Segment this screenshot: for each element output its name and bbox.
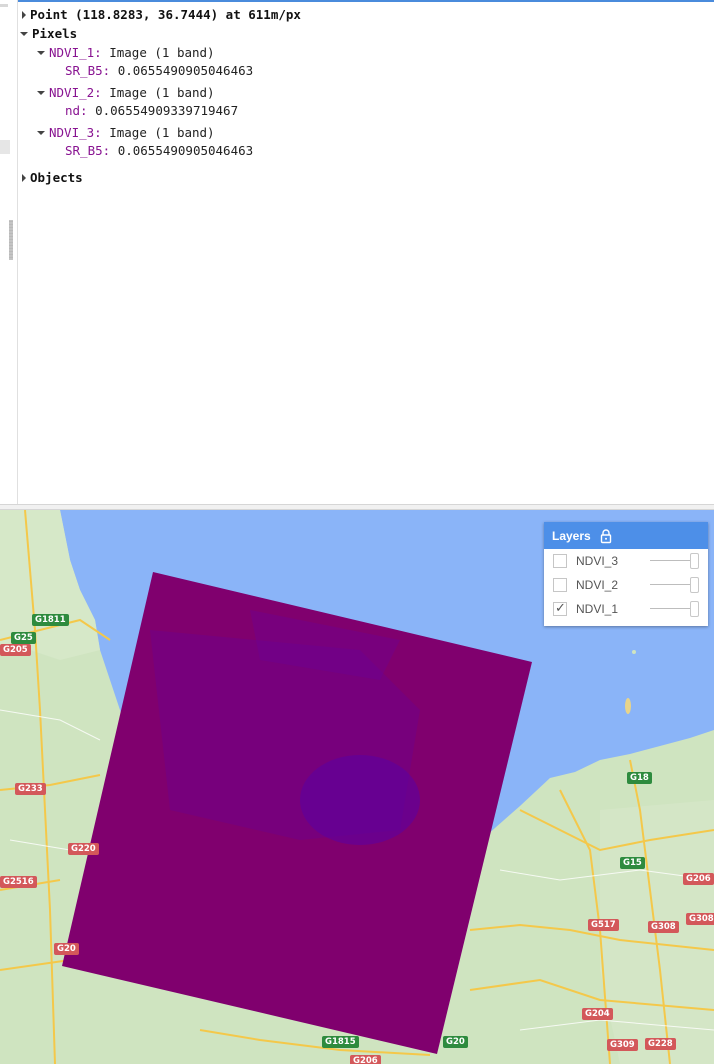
- pixels-row[interactable]: Pixels: [20, 26, 77, 42]
- layers-header: Layers: [544, 522, 708, 549]
- road-label: G18: [627, 772, 652, 784]
- point-label: Point (118.8283, 36.7444) at 611m/px: [30, 7, 301, 22]
- road-label: G308: [686, 913, 714, 925]
- band-value: 0.0655490905046463: [117, 63, 254, 78]
- entry-name: NDVI_3:: [49, 125, 102, 140]
- band-name: SR_B5:: [65, 63, 111, 78]
- road-label: G1811: [32, 614, 69, 626]
- check-icon: ✓: [555, 601, 566, 616]
- road-label: G206: [350, 1055, 381, 1064]
- expand-arrow-icon[interactable]: [22, 10, 26, 19]
- entry-name: NDVI_1:: [49, 45, 102, 60]
- road-label: G309: [607, 1039, 638, 1051]
- road-label: G233: [15, 783, 46, 795]
- road-label: G2516: [0, 876, 37, 888]
- band-value-row: nd: 0.06554909339719467: [65, 103, 238, 119]
- opacity-slider-track[interactable]: [650, 608, 694, 609]
- left-gutter: [0, 0, 18, 504]
- opacity-slider-track[interactable]: [650, 560, 694, 561]
- layer-name: NDVI_2: [576, 578, 619, 592]
- expand-arrow-icon[interactable]: [22, 173, 26, 182]
- opacity-slider-thumb[interactable]: [690, 577, 699, 593]
- lock-icon[interactable]: [599, 528, 613, 544]
- layer-row-ndvi-2[interactable]: NDVI_2: [544, 573, 708, 597]
- band-name: nd:: [65, 103, 88, 118]
- road-label: G25: [11, 632, 36, 644]
- pixel-entry[interactable]: NDVI_1: Image (1 band): [37, 45, 215, 61]
- entry-type: Image (1 band): [109, 85, 215, 100]
- panel-accent-bar: [18, 0, 714, 2]
- band-value: 0.06554909339719467: [95, 103, 239, 118]
- pixel-entry[interactable]: NDVI_2: Image (1 band): [37, 85, 215, 101]
- layer-visibility-checkbox[interactable]: ✓: [553, 601, 567, 616]
- collapse-arrow-icon[interactable]: [20, 31, 28, 36]
- road-label: G1815: [322, 1036, 359, 1048]
- road-label: G220: [68, 843, 99, 855]
- entry-type: Image (1 band): [109, 125, 215, 140]
- collapse-arrow-icon[interactable]: [37, 50, 45, 55]
- collapse-arrow-icon[interactable]: [37, 90, 45, 95]
- band-value-row: SR_B5: 0.0655490905046463: [65, 143, 253, 159]
- opacity-slider-track[interactable]: [650, 584, 694, 585]
- inspector-panel: Point (118.8283, 36.7444) at 611m/px Pix…: [0, 0, 714, 504]
- layer-name: NDVI_3: [576, 554, 619, 568]
- road-label: G20: [54, 943, 79, 955]
- pixels-label: Pixels: [32, 26, 78, 41]
- opacity-slider-thumb[interactable]: [690, 601, 699, 617]
- layer-name: NDVI_1: [576, 602, 619, 616]
- objects-label: Objects: [30, 170, 83, 185]
- road-label: G204: [582, 1008, 613, 1020]
- gutter-marker: [0, 140, 10, 154]
- road-label: G206: [683, 873, 714, 885]
- road-label: G205: [0, 644, 31, 656]
- band-value: 0.0655490905046463: [117, 143, 254, 158]
- layer-visibility-checkbox[interactable]: [553, 578, 567, 592]
- opacity-slider-thumb[interactable]: [690, 553, 699, 569]
- resize-grip-icon[interactable]: [9, 220, 13, 260]
- point-row[interactable]: Point (118.8283, 36.7444) at 611m/px: [22, 7, 301, 23]
- collapse-arrow-icon[interactable]: [37, 130, 45, 135]
- road-label: G15: [620, 857, 645, 869]
- road-label: G20: [443, 1036, 468, 1048]
- band-name: SR_B5:: [65, 143, 111, 158]
- layer-visibility-checkbox[interactable]: [553, 554, 567, 568]
- ndvi-variation: [300, 755, 420, 845]
- layer-row-ndvi-1[interactable]: ✓ NDVI_1: [544, 597, 708, 621]
- objects-row[interactable]: Objects: [22, 170, 83, 186]
- road-label: G308: [648, 921, 679, 933]
- layers-panel: Layers NDVI_3 NDVI_2 ✓ NDVI_1: [544, 522, 708, 626]
- entry-name: NDVI_2:: [49, 85, 102, 100]
- road-label: G517: [588, 919, 619, 931]
- gutter-marker: [0, 4, 8, 7]
- layers-title: Layers: [552, 528, 591, 543]
- entry-type: Image (1 band): [109, 45, 215, 60]
- pixel-entry[interactable]: NDVI_3: Image (1 band): [37, 125, 215, 141]
- band-value-row: SR_B5: 0.0655490905046463: [65, 63, 253, 79]
- layer-row-ndvi-3[interactable]: NDVI_3: [544, 549, 708, 573]
- road-label: G228: [645, 1038, 676, 1050]
